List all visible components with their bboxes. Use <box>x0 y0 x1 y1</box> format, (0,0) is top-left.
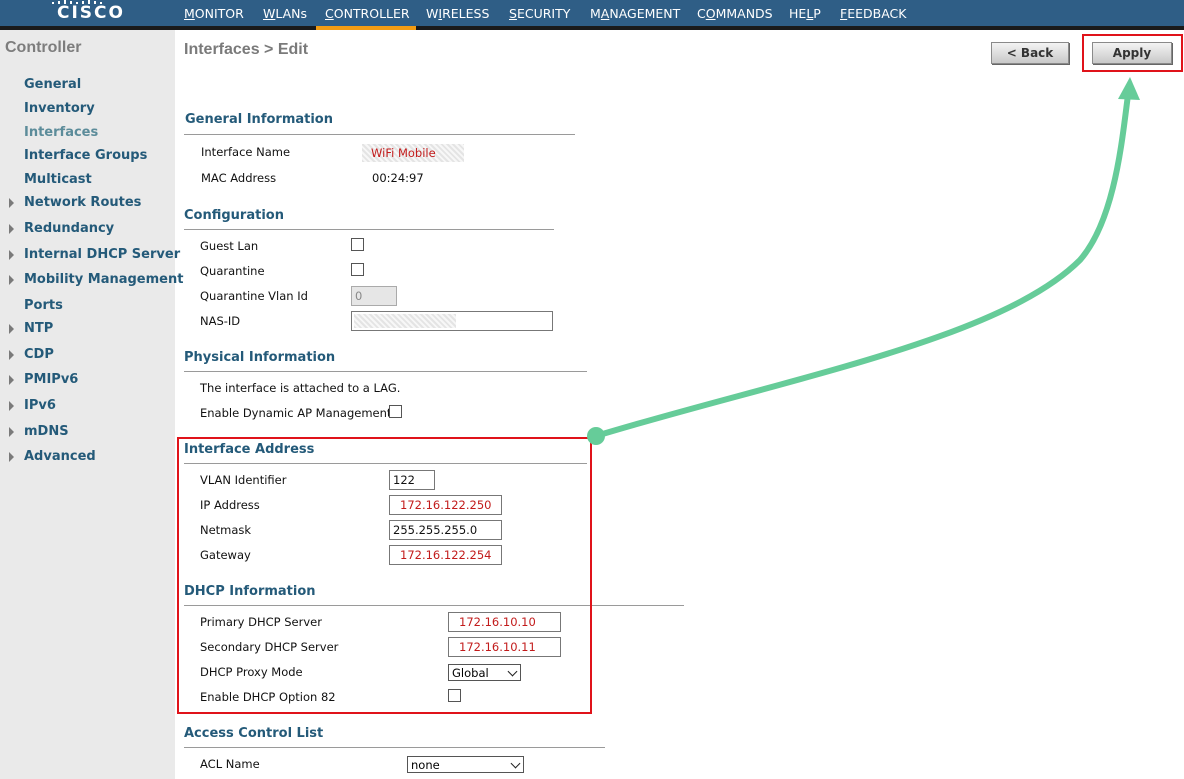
annotation-arrow-line <box>593 92 1131 439</box>
annotation-arrow-start-dot <box>587 427 605 445</box>
annotation-arrow <box>587 77 1140 445</box>
arrow-head-icon <box>1118 77 1140 100</box>
